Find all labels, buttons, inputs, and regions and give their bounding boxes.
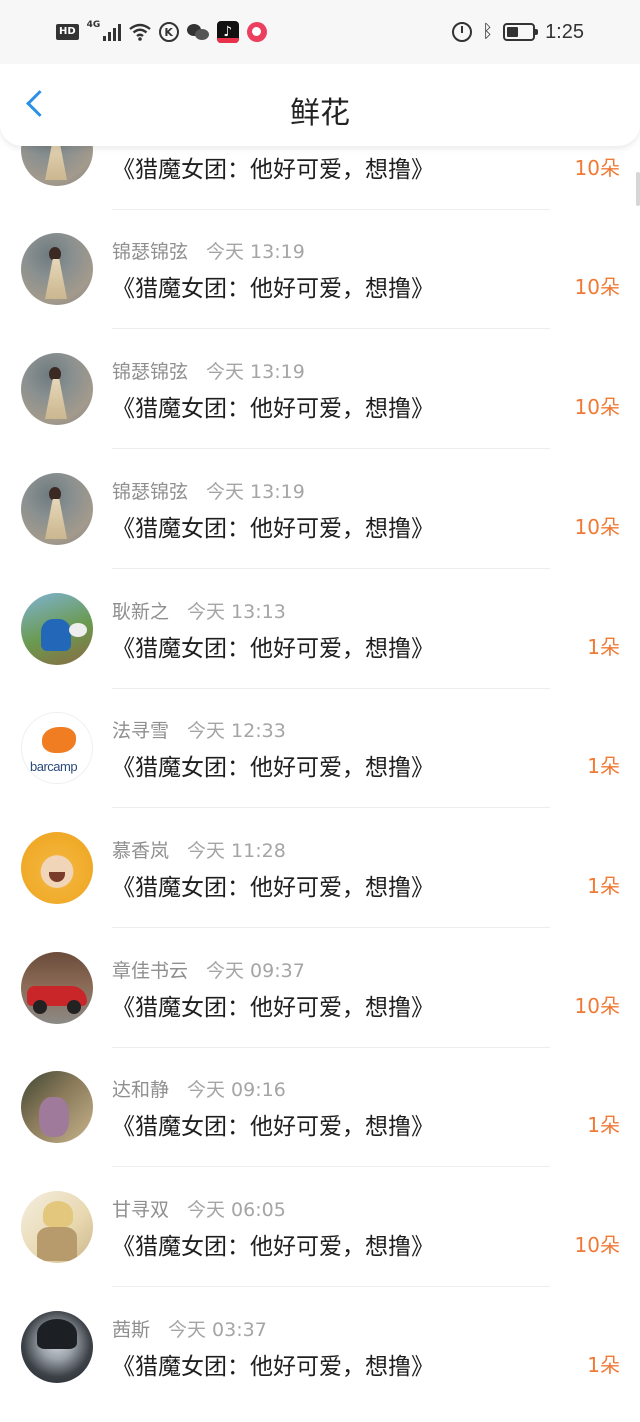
- message-text: 《猎魔女团：他好可爱，想撸》: [112, 157, 434, 183]
- user-name[interactable]: 锦瑟锦弦: [112, 237, 188, 264]
- timestamp: 今天 11:28: [187, 839, 286, 862]
- avatar[interactable]: [21, 593, 93, 665]
- message-text: 《猎魔女团：他好可爱，想撸》: [112, 276, 434, 302]
- avatar[interactable]: [21, 473, 93, 545]
- user-name[interactable]: 茜斯: [112, 1315, 150, 1342]
- user-name[interactable]: 锦瑟锦弦: [112, 477, 188, 504]
- user-name[interactable]: 慕香岚: [112, 836, 169, 863]
- flower-count: 1朵: [587, 874, 620, 898]
- hd-icon: HD: [56, 24, 79, 40]
- list-item[interactable]: 锦瑟锦弦 今天 13:19 《猎魔女团：他好可爱，想撸》 10朵: [0, 449, 640, 569]
- avatar[interactable]: [21, 353, 93, 425]
- avatar[interactable]: [21, 952, 93, 1024]
- user-name[interactable]: 法寻雪: [112, 716, 169, 743]
- message-text: 《猎魔女团：他好可爱，想撸》: [112, 995, 434, 1021]
- message-text: 《猎魔女团：他好可爱，想撸》: [112, 1234, 434, 1260]
- list-item[interactable]: 锦瑟锦弦 今天 13:19 《猎魔女团：他好可爱，想撸》 10朵: [0, 209, 640, 329]
- flower-count: 10朵: [574, 994, 620, 1018]
- user-name[interactable]: 章佳书云: [112, 956, 188, 983]
- bluetooth-icon: ᛒ: [482, 21, 494, 42]
- avatar-logo-text: barcamp: [30, 759, 78, 774]
- timestamp: 今天 06:05: [187, 1198, 286, 1221]
- message-text: 《猎魔女团：他好可爱，想撸》: [112, 516, 434, 542]
- flower-count: 1朵: [587, 635, 620, 659]
- message-text: 《猎魔女团：他好可爱，想撸》: [112, 1354, 434, 1380]
- avatar[interactable]: [21, 832, 93, 904]
- user-name[interactable]: 达和静: [112, 1075, 169, 1102]
- flower-count: 1朵: [587, 1353, 620, 1377]
- wifi-icon: [128, 23, 151, 41]
- timestamp: 今天 13:19: [206, 360, 305, 383]
- list-item[interactable]: barcamp 法寻雪 今天 12:33 《猎魔女团：他好可爱，想撸》 1朵: [0, 688, 640, 808]
- list-item[interactable]: 锦瑟锦弦 今天 13:19 《猎魔女团：他好可爱，想撸》 10朵: [0, 329, 640, 449]
- timestamp: 今天 13:13: [187, 600, 286, 623]
- wechat-icon: [186, 23, 209, 41]
- flower-count: 10朵: [574, 1233, 620, 1257]
- user-name[interactable]: 耿新之: [112, 597, 169, 624]
- flower-count: 10朵: [574, 515, 620, 539]
- timestamp: 今天 09:16: [187, 1078, 286, 1101]
- alarm-icon: [452, 22, 473, 42]
- flower-count: 1朵: [587, 754, 620, 778]
- clock-time: 1:25: [545, 20, 584, 43]
- message-text: 《猎魔女团：他好可爱，想撸》: [112, 396, 434, 422]
- list-item[interactable]: 甘寻双 今天 06:05 《猎魔女团：他好可爱，想撸》 10朵: [0, 1167, 640, 1287]
- message-text: 《猎魔女团：他好可爱，想撸》: [112, 1114, 434, 1140]
- timestamp: 今天 12:33: [187, 719, 286, 742]
- avatar[interactable]: [21, 1191, 93, 1263]
- list-item[interactable]: 章佳书云 今天 09:37 《猎魔女团：他好可爱，想撸》 10朵: [0, 928, 640, 1048]
- tiktok-icon: ♪: [216, 21, 239, 43]
- user-name[interactable]: 甘寻双: [112, 1195, 169, 1222]
- avatar[interactable]: [21, 1311, 93, 1383]
- message-text: 《猎魔女团：他好可爱，想撸》: [112, 636, 434, 662]
- flower-count: 1朵: [587, 1113, 620, 1137]
- status-right: ᛒ 1:25: [452, 20, 584, 44]
- flower-count: 10朵: [574, 156, 620, 180]
- list-item[interactable]: 慕香岚 今天 11:28 《猎魔女团：他好可爱，想撸》 1朵: [0, 808, 640, 928]
- flower-count: 10朵: [574, 275, 620, 299]
- status-left: HD 4G K ♪: [56, 20, 267, 44]
- status-bar: HD 4G K ♪ ᛒ 1:25: [0, 0, 640, 64]
- battery-icon: [503, 23, 539, 41]
- avatar[interactable]: [21, 233, 93, 305]
- timestamp: 今天 03:37: [168, 1318, 267, 1341]
- network-type: 4G: [86, 20, 101, 30]
- flower-count: 10朵: [574, 395, 620, 419]
- timestamp: 今天 13:19: [206, 240, 305, 263]
- avatar[interactable]: [21, 1071, 93, 1143]
- avatar[interactable]: barcamp: [21, 712, 93, 784]
- user-name[interactable]: 锦瑟锦弦: [112, 357, 188, 384]
- nav-header: 鲜花: [0, 64, 640, 146]
- message-text: 《猎魔女团：他好可爱，想撸》: [112, 755, 434, 781]
- message-text: 《猎魔女团：他好可爱，想撸》: [112, 875, 434, 901]
- app-icon: [246, 22, 267, 42]
- signal-icon: 4G: [86, 20, 121, 41]
- timestamp: 今天 13:19: [206, 480, 305, 503]
- list-item[interactable]: 耿新之 今天 13:13 《猎魔女团：他好可爱，想撸》 1朵: [0, 569, 640, 689]
- timestamp: 今天 09:37: [206, 959, 305, 982]
- page-title: 鲜花: [290, 96, 350, 131]
- list-item[interactable]: 茜斯 今天 03:37 《猎魔女团：他好可爱，想撸》 1朵: [0, 1287, 640, 1407]
- list-item[interactable]: 达和静 今天 09:16 《猎魔女团：他好可爱，想撸》 1朵: [0, 1047, 640, 1167]
- k-circle-icon: K: [158, 22, 179, 42]
- fish-logo-icon: [42, 727, 76, 753]
